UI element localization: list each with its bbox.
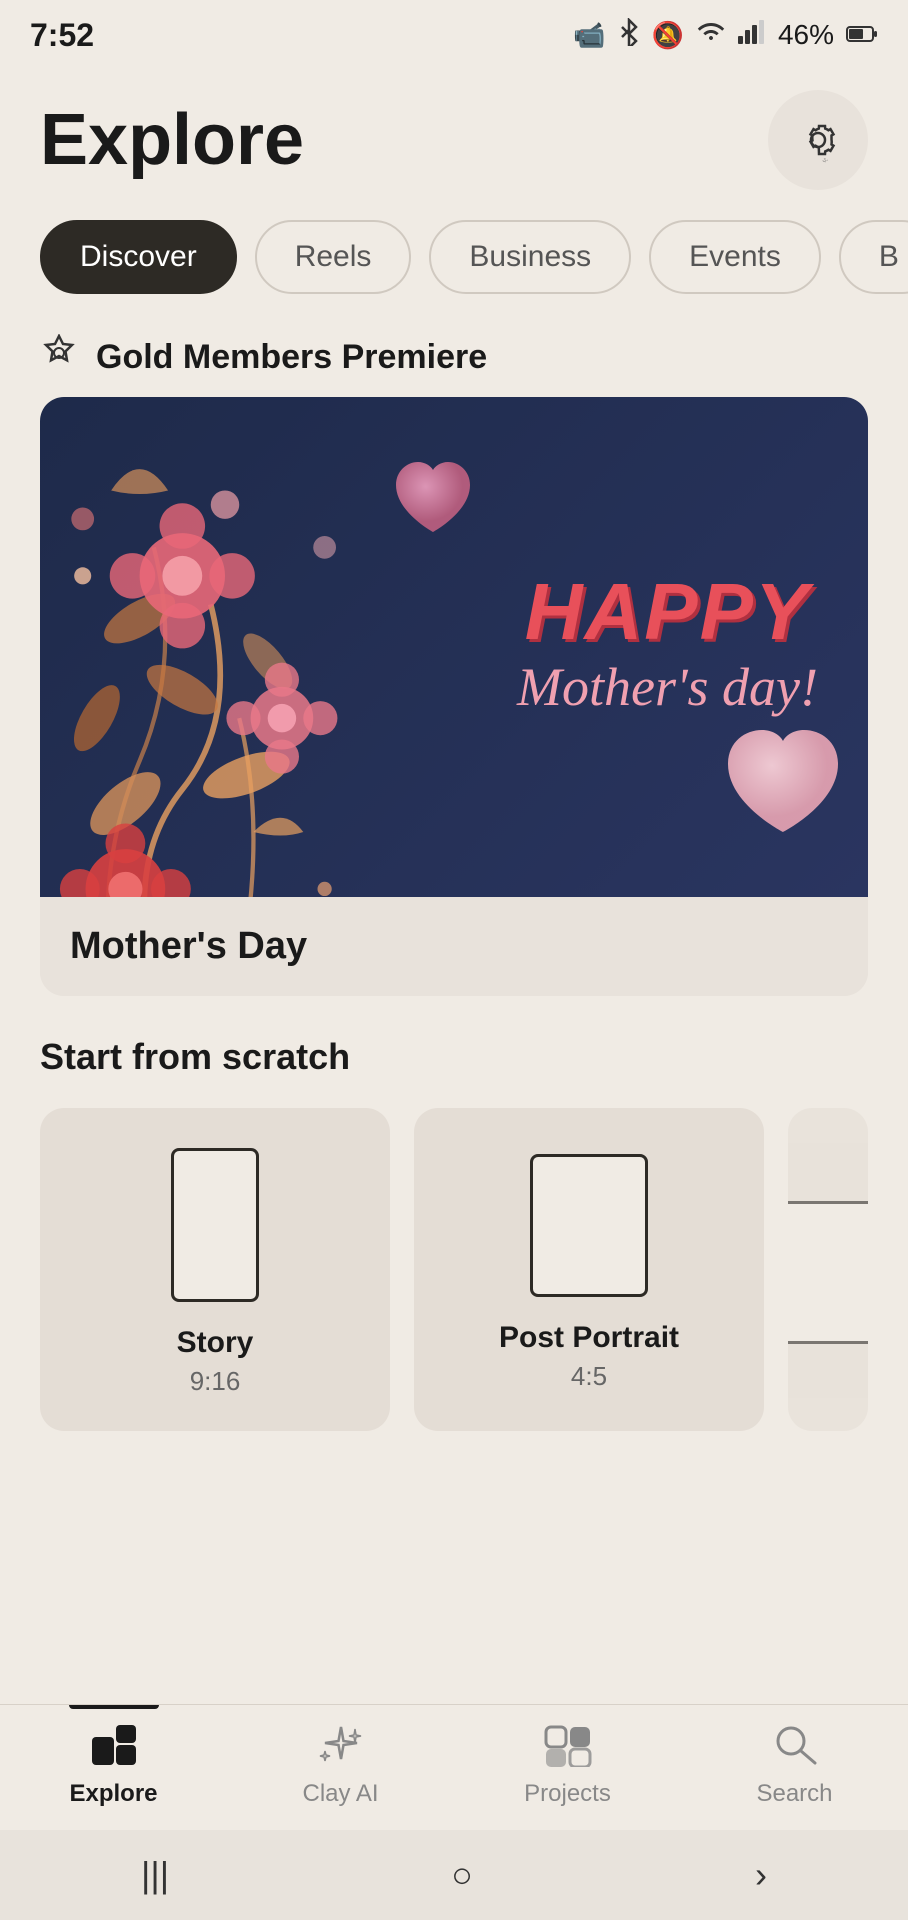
featured-image: HAPPY Mother's day!: [40, 397, 868, 897]
story-format-name: Story: [177, 1326, 254, 1360]
scratch-title: Start from scratch: [40, 1036, 868, 1078]
tab-discover[interactable]: Discover: [40, 220, 237, 294]
tab-events[interactable]: Events: [649, 220, 821, 294]
signal-icon: [738, 20, 766, 51]
battery-percentage: 46%: [778, 19, 834, 51]
status-icons: 📹 🔕 46%: [573, 18, 878, 53]
happy-text: HAPPY: [517, 572, 818, 652]
tabs-container: Discover Reels Business Events B: [0, 210, 908, 314]
status-bar: 7:52 📹 🔕 46%: [0, 0, 908, 70]
status-time: 7:52: [30, 17, 94, 54]
cursor-icon: [813, 153, 843, 183]
nav-label-clay-ai: Clay AI: [302, 1780, 378, 1808]
nav-label-explore: Explore: [69, 1780, 157, 1808]
heart-decoration-2: [718, 722, 848, 857]
scratch-grid: Story 9:16 Post Portrait 4:5: [40, 1108, 868, 1431]
scratch-card-post-portrait[interactable]: Post Portrait 4:5: [414, 1108, 764, 1431]
page-title: Explore: [40, 99, 304, 181]
nav-label-search: Search: [756, 1780, 832, 1808]
header: Explore: [0, 70, 908, 210]
tab-business[interactable]: Business: [429, 220, 631, 294]
wifi-icon: [696, 20, 726, 51]
nav-label-projects: Projects: [524, 1780, 611, 1808]
nav-item-explore[interactable]: Explore: [0, 1723, 227, 1808]
post-portrait-format-name: Post Portrait: [499, 1321, 679, 1355]
featured-label: Mother's Day: [40, 897, 868, 996]
projects-icon: [544, 1723, 592, 1772]
gold-members-title: Gold Members Premiere: [96, 338, 487, 377]
settings-button[interactable]: [768, 90, 868, 190]
scratch-card-story[interactable]: Story 9:16: [40, 1108, 390, 1431]
sys-nav-menu-button[interactable]: |||: [141, 1854, 169, 1896]
nav-item-clay-ai[interactable]: Clay AI: [227, 1723, 454, 1808]
gold-members-section-header: Gold Members Premiere: [0, 314, 908, 397]
nav-item-search[interactable]: Search: [681, 1723, 908, 1808]
bottom-nav: Explore Clay AI Projects: [0, 1704, 908, 1830]
battery-icon: [846, 20, 878, 51]
sys-nav-home-button[interactable]: ○: [451, 1854, 473, 1896]
explore-icon: [90, 1723, 138, 1772]
featured-text-overlay: HAPPY Mother's day!: [517, 572, 818, 722]
story-format-ratio: 9:16: [190, 1366, 241, 1397]
scratch-card-more[interactable]: [788, 1108, 868, 1431]
post-portrait-format-ratio: 4:5: [571, 1361, 607, 1392]
mute-icon: 🔕: [652, 20, 684, 51]
story-format-icon: [171, 1148, 259, 1302]
heart-decoration-1: [388, 457, 478, 552]
tab-b[interactable]: B: [839, 220, 908, 294]
tab-reels[interactable]: Reels: [255, 220, 412, 294]
nav-item-projects[interactable]: Projects: [454, 1723, 681, 1808]
gold-star-icon: [40, 334, 78, 381]
sys-nav-back-button[interactable]: ‹: [755, 1854, 767, 1896]
camera-icon: 📹: [573, 20, 605, 51]
featured-card[interactable]: HAPPY Mother's day! Mother's Day: [40, 397, 868, 996]
featured-label-text: Mother's Day: [70, 925, 307, 967]
bluetooth-icon: [618, 18, 640, 53]
post-portrait-format-icon: [530, 1154, 648, 1297]
search-icon: [771, 1723, 819, 1772]
scratch-section: Start from scratch Story 9:16 Post Portr…: [0, 996, 908, 1451]
sparkle-icon: [317, 1723, 365, 1772]
system-nav-bar: ||| ○ ‹: [0, 1830, 908, 1920]
mothers-day-text: Mother's day!: [517, 652, 818, 722]
